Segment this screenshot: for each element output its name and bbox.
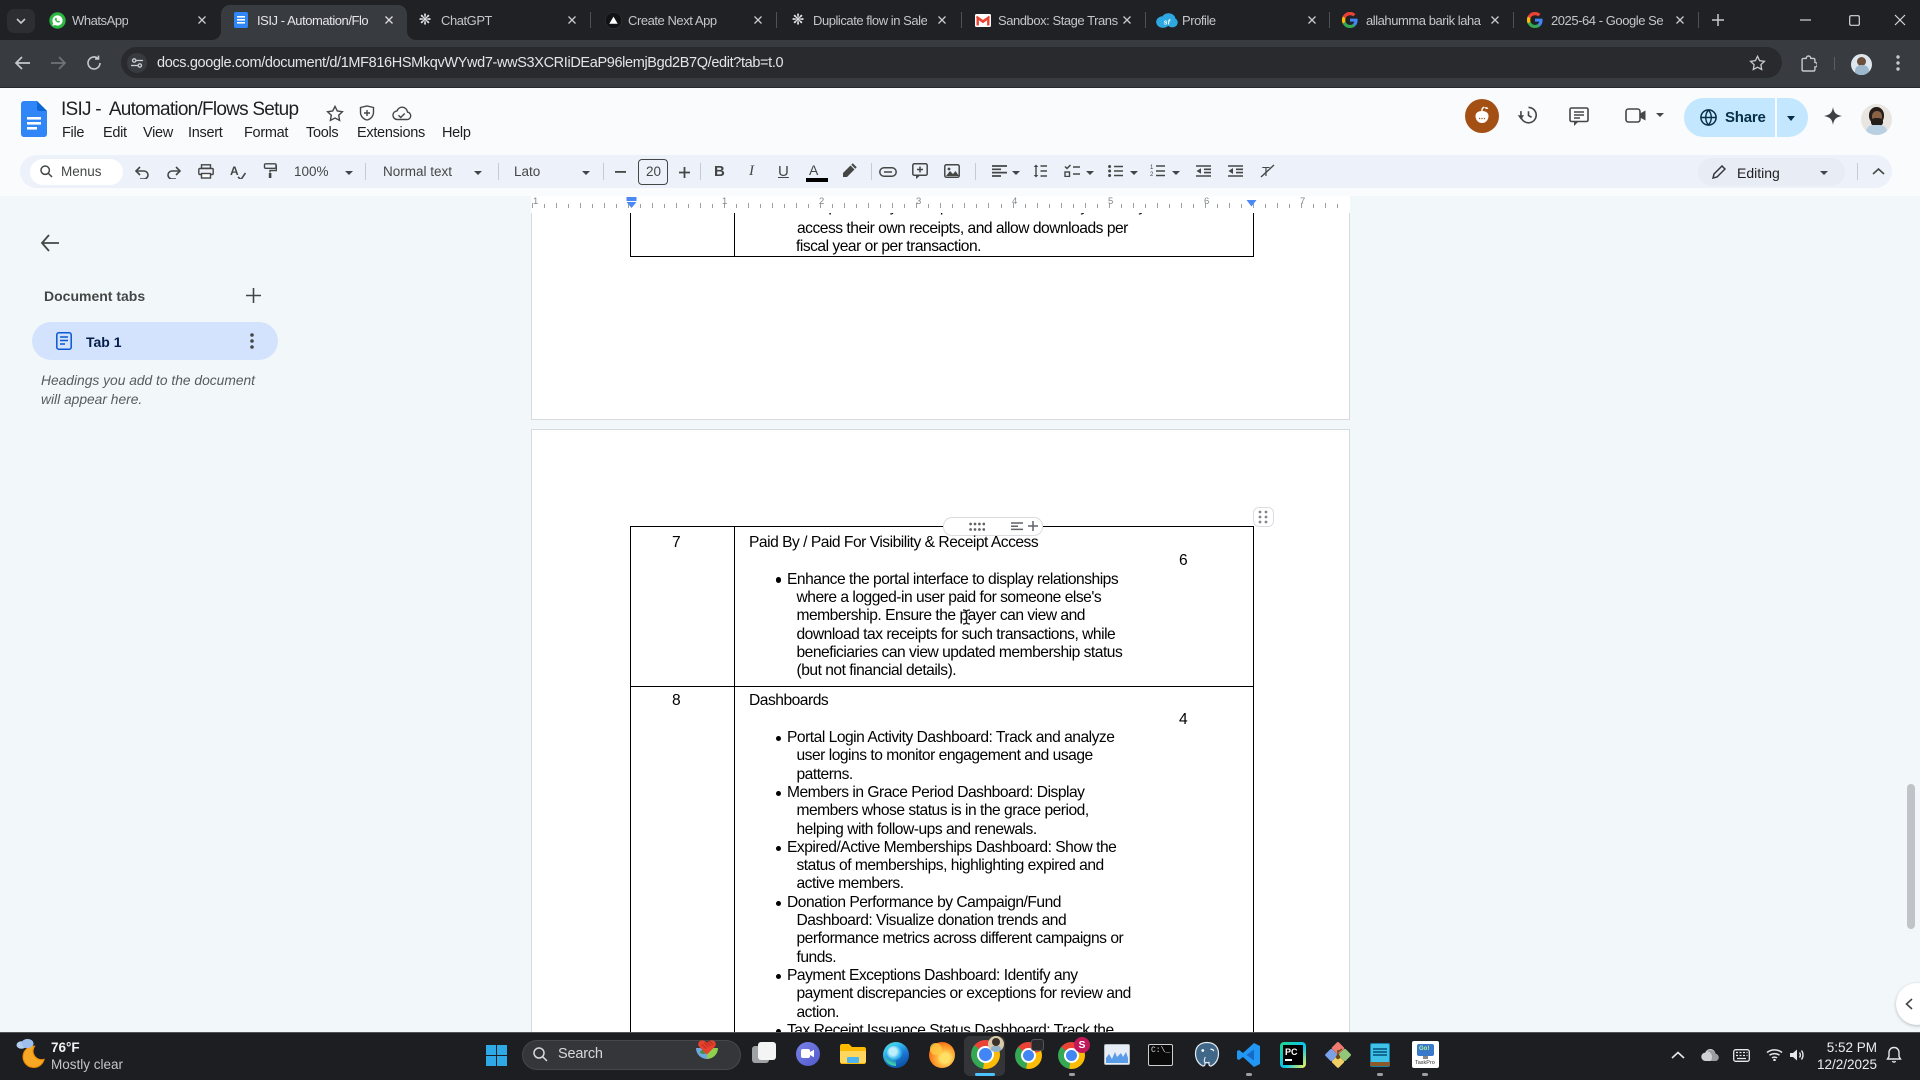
svg-text:A: A [230,164,239,178]
svg-text:sf: sf [1164,20,1171,27]
svg-text:❋: ❋ [419,12,432,28]
svg-text:❋: ❋ [792,12,805,28]
svg-text:2: 2 [1150,172,1154,177]
svg-text:1: 1 [1150,165,1154,171]
